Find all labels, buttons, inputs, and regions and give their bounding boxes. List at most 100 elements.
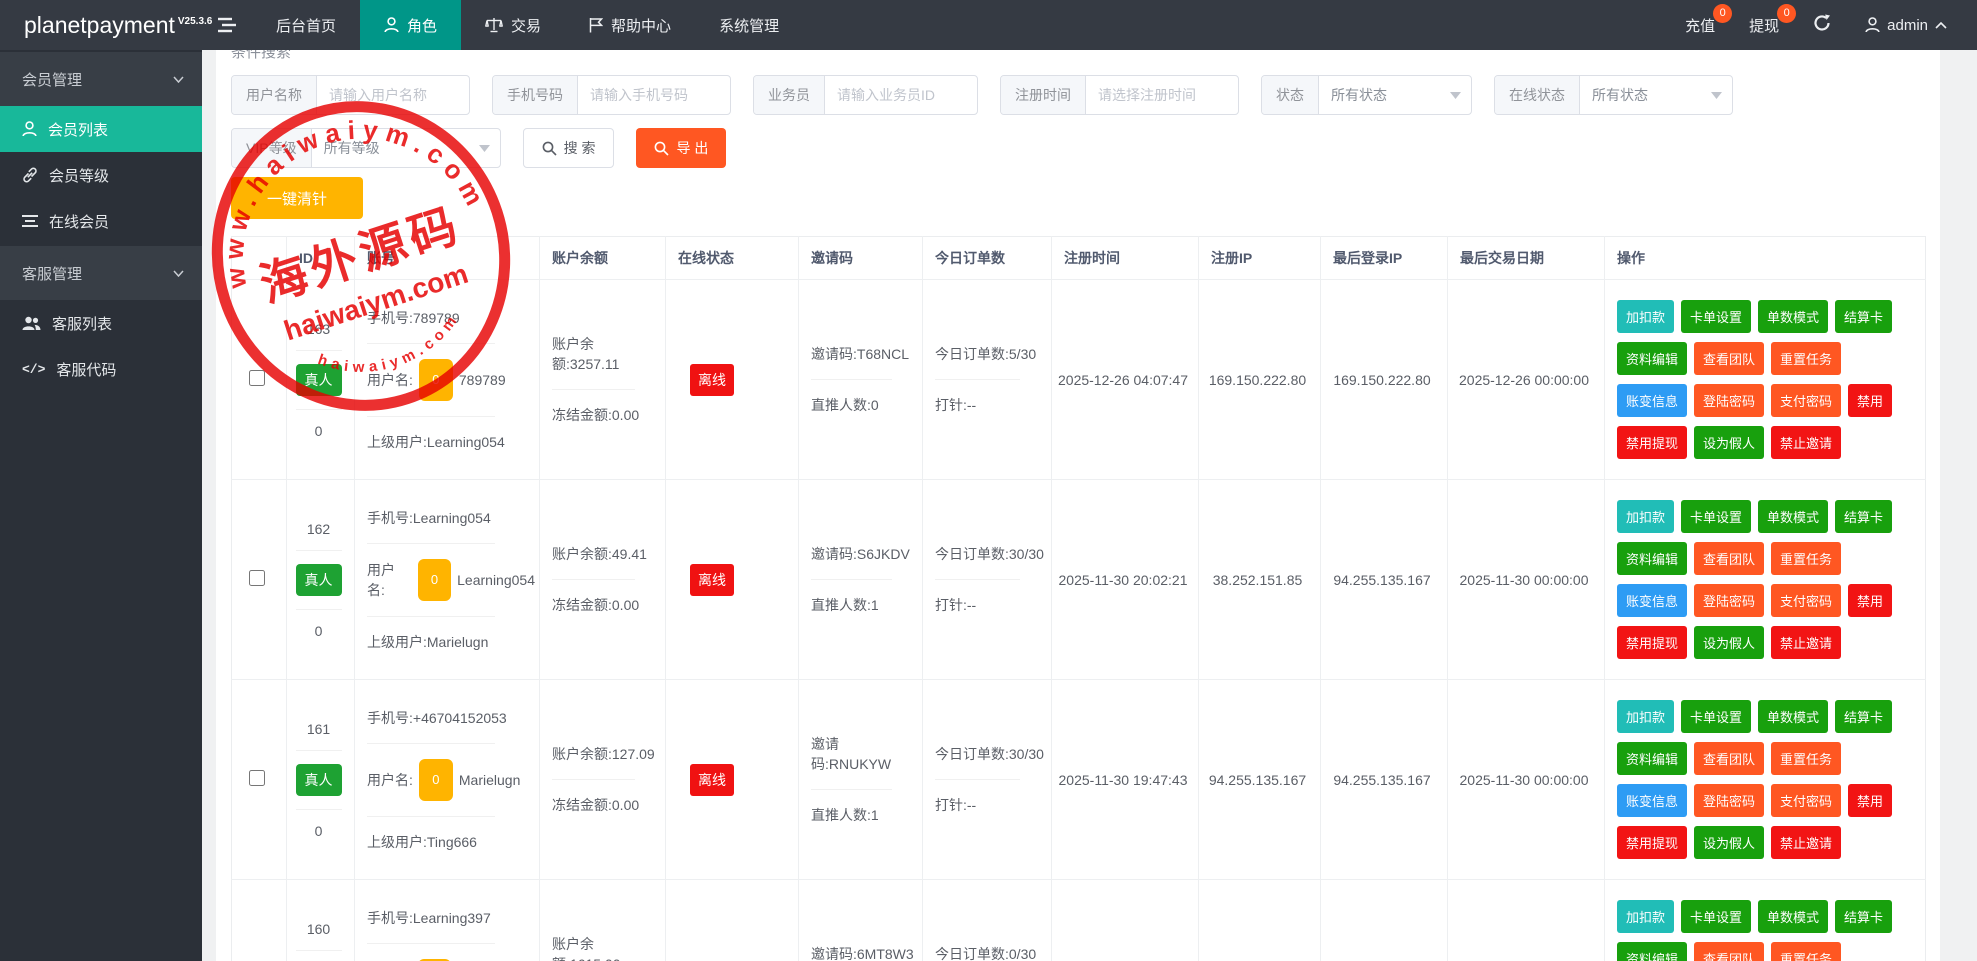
- action-button[interactable]: 禁用: [1848, 584, 1893, 617]
- action-button[interactable]: 结算卡: [1835, 300, 1893, 333]
- action-button[interactable]: 禁用提现: [1617, 826, 1688, 859]
- action-button[interactable]: 查看团队: [1694, 942, 1765, 961]
- action-button[interactable]: 设为假人: [1694, 626, 1765, 659]
- action-button[interactable]: 重置任务: [1771, 342, 1842, 375]
- action-button[interactable]: 设为假人: [1694, 826, 1765, 859]
- action-button[interactable]: 卡单设置: [1681, 500, 1752, 533]
- caret-down-icon: [1711, 91, 1722, 99]
- action-button[interactable]: 账变信息: [1617, 584, 1688, 617]
- action-button[interactable]: 登陆密码: [1694, 384, 1765, 417]
- reg-ip: 38.252.151.85: [1198, 479, 1321, 680]
- agent-input[interactable]: [825, 76, 977, 114]
- action-button[interactable]: 禁止邀请: [1771, 826, 1842, 859]
- sidebar-item-member-level[interactable]: 会员等级: [0, 152, 202, 198]
- topnav-item-dashboard[interactable]: 后台首页: [252, 0, 360, 50]
- row-checkbox[interactable]: [249, 370, 265, 386]
- action-button[interactable]: 禁用提现: [1617, 426, 1688, 459]
- action-button[interactable]: 支付密码: [1771, 384, 1842, 417]
- direct-referrals: 直推人数:1: [811, 597, 879, 613]
- action-button[interactable]: 加扣款: [1617, 700, 1675, 733]
- admin-username: admin: [1887, 16, 1928, 34]
- action-button[interactable]: 单数模式: [1758, 900, 1829, 933]
- refresh-button[interactable]: [1813, 14, 1831, 36]
- search-button[interactable]: 搜 索: [522, 128, 615, 168]
- topnav-item-system[interactable]: 系统管理: [695, 0, 803, 50]
- reg-time-input[interactable]: [1086, 76, 1238, 114]
- header-last-trade-date: 最后交易日期: [1447, 236, 1605, 280]
- action-button[interactable]: 资料编辑: [1617, 542, 1688, 575]
- action-button[interactable]: 资料编辑: [1617, 942, 1688, 961]
- id-sub-value: 0: [314, 622, 323, 639]
- filter-row-2: VIP等级 所有等级 搜 索 导 出: [231, 128, 1925, 168]
- sidebar-toggle-button[interactable]: [202, 0, 252, 50]
- action-button[interactable]: 禁止邀请: [1771, 426, 1842, 459]
- sidebar-item-service-code[interactable]: </> 客服代码: [0, 346, 202, 392]
- sidebar-group-service-management[interactable]: 客服管理: [0, 246, 202, 300]
- action-button[interactable]: 支付密码: [1771, 584, 1842, 617]
- link-icon: [23, 167, 37, 183]
- action-button[interactable]: 重置任务: [1771, 742, 1842, 775]
- action-button[interactable]: 加扣款: [1617, 300, 1675, 333]
- action-button[interactable]: 禁用提现: [1617, 626, 1688, 659]
- sidebar-group-label: 客服管理: [22, 265, 83, 283]
- action-button[interactable]: 加扣款: [1617, 900, 1675, 933]
- member-id: 163: [306, 320, 331, 337]
- action-button[interactable]: 结算卡: [1835, 500, 1893, 533]
- topnav-item-trades[interactable]: 交易: [461, 0, 565, 50]
- action-button[interactable]: 查看团队: [1694, 542, 1765, 575]
- online-status: 离线: [690, 763, 734, 796]
- action-button[interactable]: 单数模式: [1758, 700, 1829, 733]
- action-button[interactable]: 重置任务: [1771, 542, 1842, 575]
- action-button[interactable]: 卡单设置: [1681, 300, 1752, 333]
- sidebar-item-service-list[interactable]: 客服列表: [0, 300, 202, 346]
- header-balance: 账户余额: [539, 236, 666, 280]
- action-button[interactable]: 资料编辑: [1617, 342, 1688, 375]
- today-orders: 今日订单数:30/30: [935, 546, 1044, 562]
- clear-needle-button[interactable]: 一键清针: [231, 177, 363, 219]
- action-button[interactable]: 账变信息: [1617, 784, 1688, 817]
- action-button[interactable]: 支付密码: [1771, 784, 1842, 817]
- phone-input[interactable]: [578, 76, 730, 114]
- action-button[interactable]: 账变信息: [1617, 384, 1688, 417]
- online-status-select[interactable]: 所有状态: [1580, 76, 1732, 114]
- action-button[interactable]: 单数模式: [1758, 500, 1829, 533]
- topnav-item-roles[interactable]: 角色: [360, 0, 462, 50]
- row-checkbox[interactable]: [249, 770, 265, 786]
- last-trade-date: 2025-11-30 00:00:00: [1447, 479, 1605, 680]
- recharge-badge: 0: [1713, 3, 1733, 23]
- action-button[interactable]: 登陆密码: [1694, 584, 1765, 617]
- action-button[interactable]: 登陆密码: [1694, 784, 1765, 817]
- filter-phone: 手机号码: [492, 75, 731, 115]
- table-header-row: ID 账号 账户余额 在线状态 邀请码 今日订单数 注册时间 注册IP 最后登录…: [231, 236, 1926, 280]
- action-button[interactable]: 单数模式: [1758, 300, 1829, 333]
- username-input[interactable]: [317, 76, 469, 114]
- action-button[interactable]: 禁用: [1848, 784, 1893, 817]
- action-button[interactable]: 查看团队: [1694, 742, 1765, 775]
- sidebar-item-member-list[interactable]: 会员列表: [0, 106, 202, 152]
- recharge-link[interactable]: 充值 0: [1685, 3, 1733, 36]
- admin-menu[interactable]: admin: [1865, 17, 1947, 34]
- action-button[interactable]: 设为假人: [1694, 426, 1765, 459]
- action-button[interactable]: 禁用: [1848, 384, 1893, 417]
- action-button[interactable]: 资料编辑: [1617, 742, 1688, 775]
- action-button[interactable]: 结算卡: [1835, 900, 1893, 933]
- sidebar-item-online-members[interactable]: 在线会员: [0, 198, 202, 244]
- row-checkbox[interactable]: [249, 570, 265, 586]
- action-button[interactable]: 结算卡: [1835, 700, 1893, 733]
- vip-level-select[interactable]: 所有等级: [312, 129, 500, 167]
- action-button[interactable]: 卡单设置: [1681, 700, 1752, 733]
- topnav-item-help-center[interactable]: 帮助中心: [565, 0, 695, 50]
- level-badge: 0: [418, 758, 453, 801]
- export-button[interactable]: 导 出: [636, 128, 727, 168]
- action-button[interactable]: 加扣款: [1617, 500, 1675, 533]
- row-actions: 加扣款卡单设置单数模式结算卡资料编辑查看团队重置任务账变信息登陆密码支付密码禁用…: [1617, 300, 1921, 459]
- action-button[interactable]: 重置任务: [1771, 942, 1842, 961]
- action-button[interactable]: 查看团队: [1694, 342, 1765, 375]
- filter-username: 用户名称: [231, 75, 470, 115]
- action-button[interactable]: 卡单设置: [1681, 900, 1752, 933]
- sidebar-group-member-management[interactable]: 会员管理: [0, 52, 202, 106]
- last-login-ip: --: [1320, 879, 1448, 961]
- action-button[interactable]: 禁止邀请: [1771, 626, 1842, 659]
- status-select[interactable]: 所有状态: [1319, 76, 1471, 114]
- withdraw-link[interactable]: 提现 0: [1749, 3, 1797, 36]
